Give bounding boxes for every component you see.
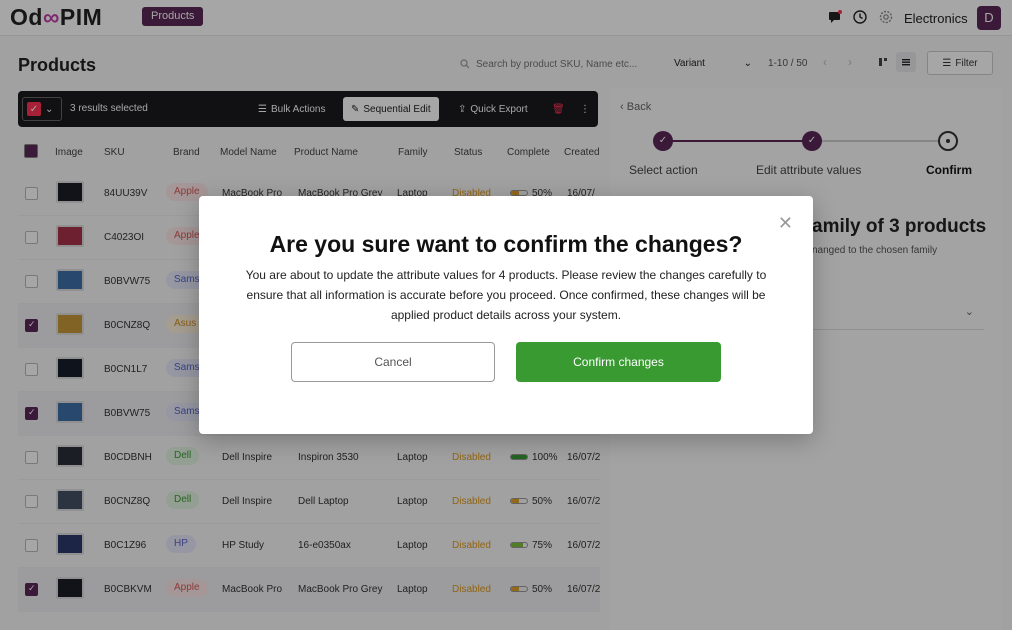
confirm-changes-button[interactable]: Confirm changes: [516, 342, 721, 382]
close-icon[interactable]: ✕: [778, 214, 793, 232]
dialog-title: Are you sure want to confirm the changes…: [269, 231, 743, 257]
cancel-button[interactable]: Cancel: [291, 342, 495, 382]
dialog-body: You are about to update the attribute va…: [245, 268, 767, 322]
confirm-dialog: ✕ Are you sure want to confirm the chang…: [199, 196, 813, 434]
